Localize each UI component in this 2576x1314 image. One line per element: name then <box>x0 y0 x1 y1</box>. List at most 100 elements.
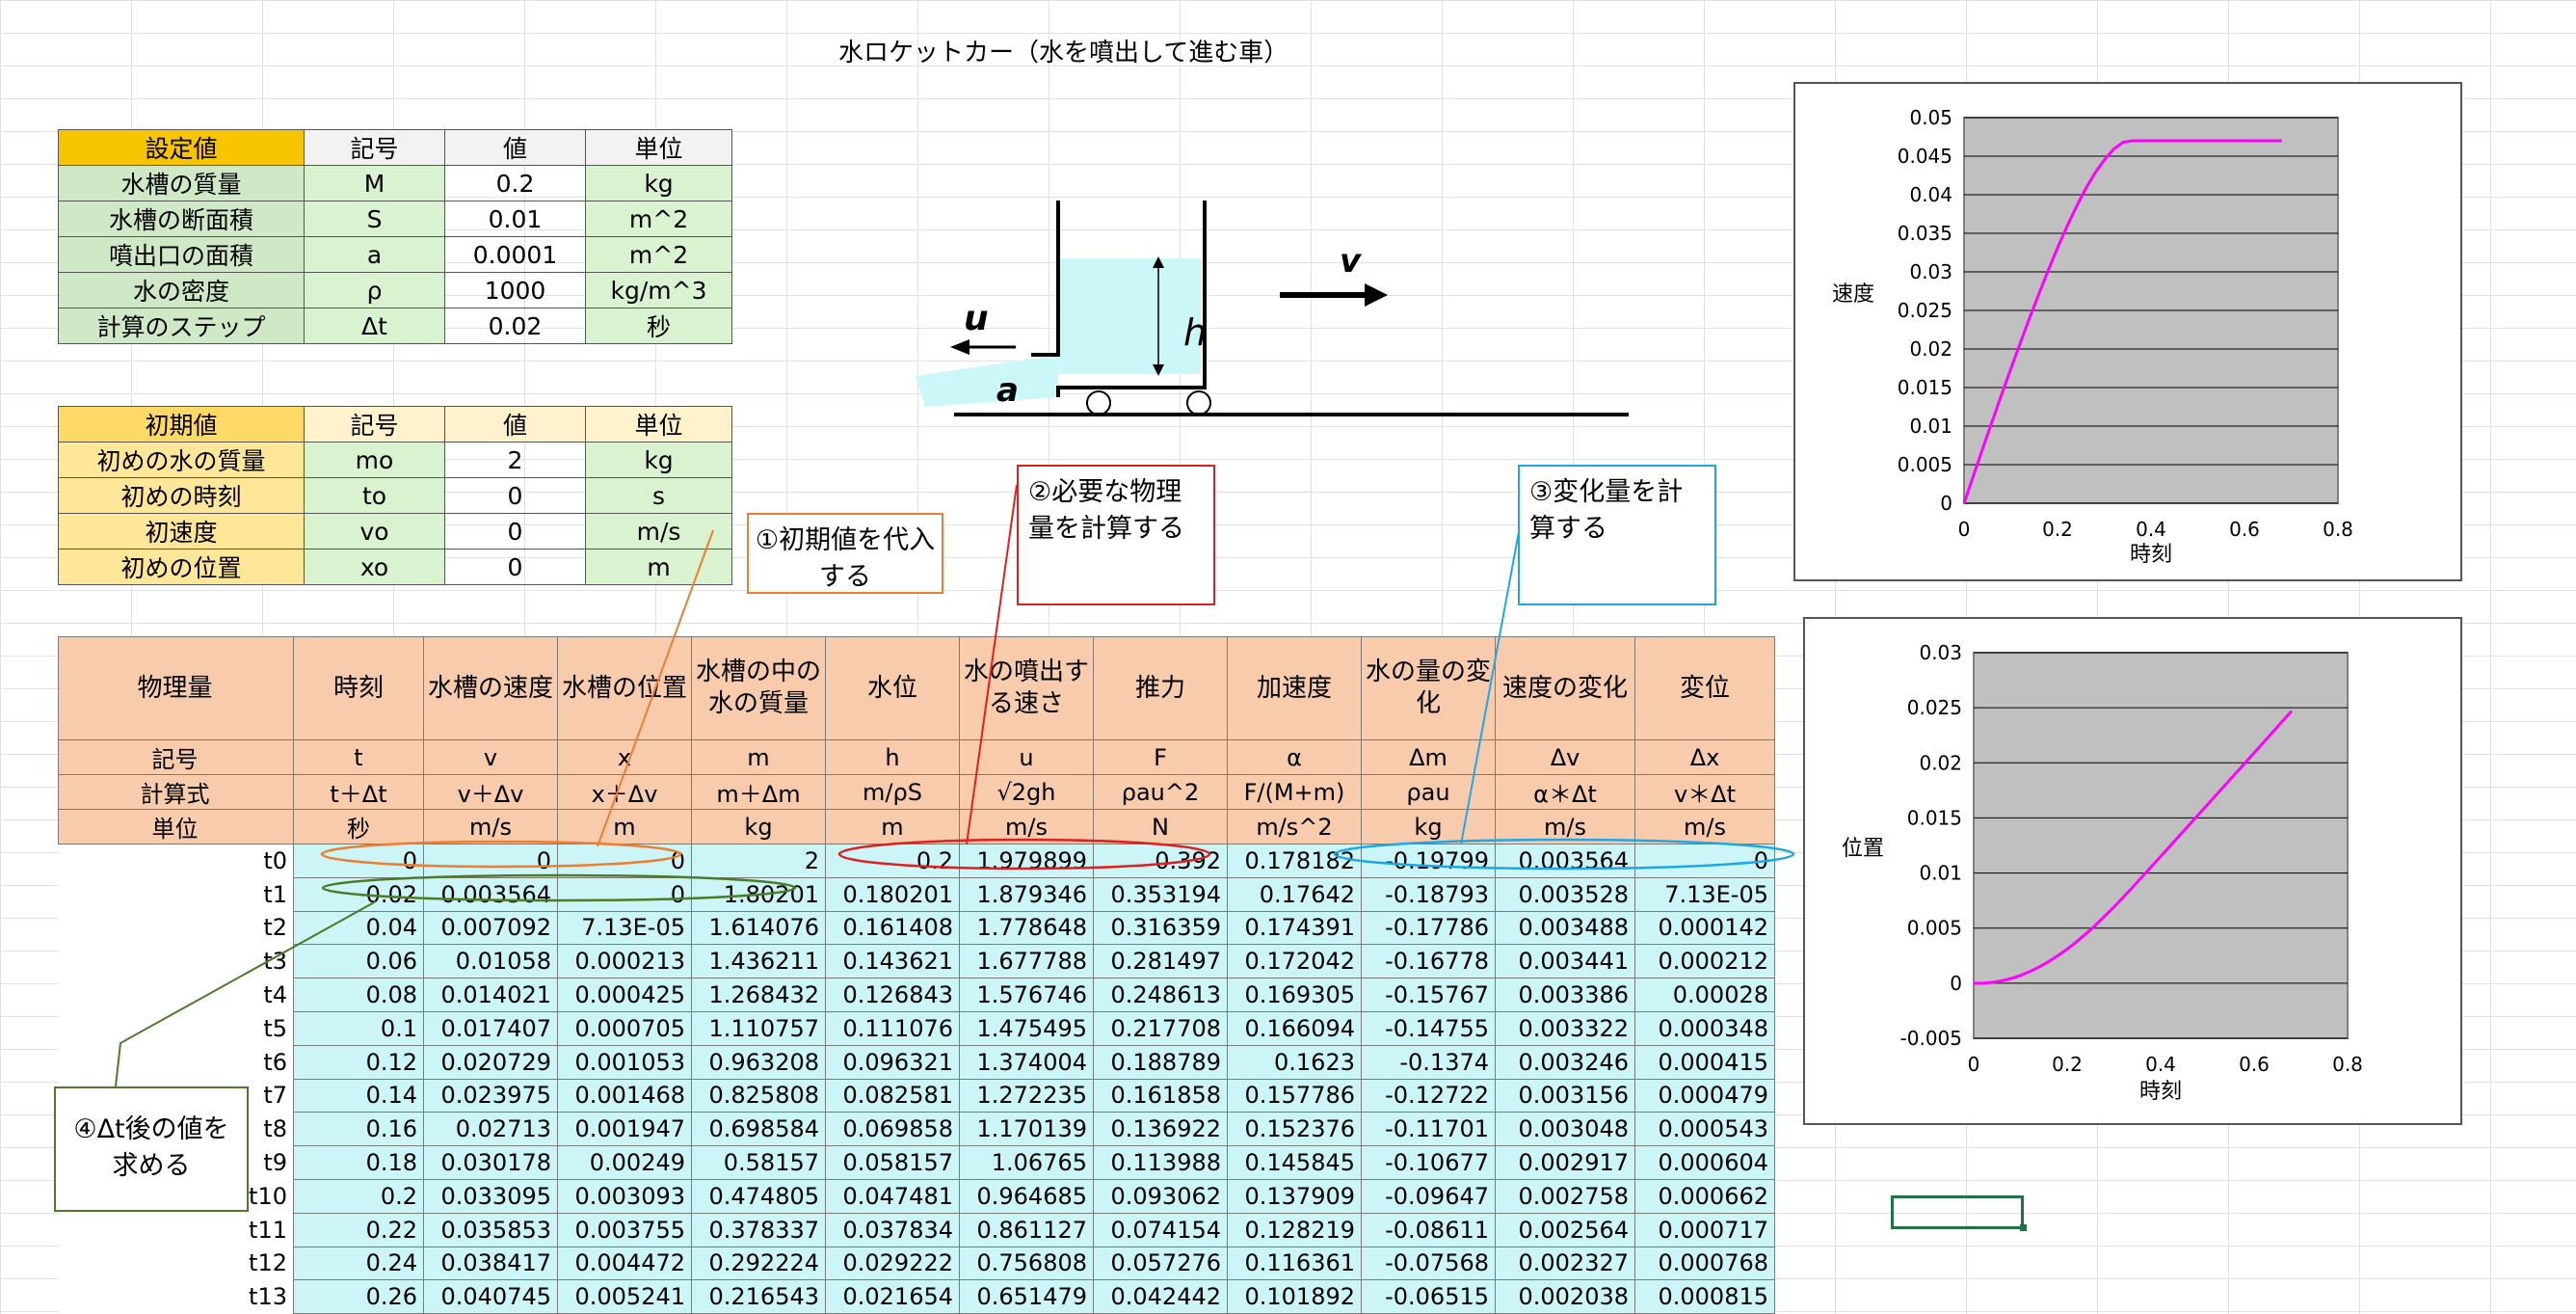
data-cell[interactable]: 0.116361 <box>1227 1246 1362 1281</box>
initial-symbol-cell[interactable]: xo <box>304 549 445 585</box>
data-cell[interactable]: 0.000212 <box>1634 944 1775 979</box>
initial-label-cell[interactable]: 初めの時刻 <box>58 477 305 514</box>
calc-unit-cell[interactable]: m/s <box>959 809 1094 845</box>
data-cell[interactable]: 0.316359 <box>1093 910 1228 946</box>
data-cell[interactable]: 0.00249 <box>557 1145 692 1180</box>
data-cell[interactable]: 0.113988 <box>1093 1145 1228 1180</box>
initial-value-cell[interactable]: 0 <box>444 549 586 585</box>
settings-value-cell[interactable]: 0.2 <box>444 165 586 201</box>
data-cell[interactable]: 0.002327 <box>1495 1246 1635 1281</box>
data-cell[interactable]: 0.17642 <box>1227 876 1362 912</box>
data-cell[interactable]: 0.096321 <box>825 1044 960 1080</box>
data-cell[interactable]: 0.216543 <box>691 1279 826 1314</box>
data-cell[interactable]: 0.169305 <box>1227 978 1362 1012</box>
data-cell[interactable]: 7.13E-05 <box>557 910 692 946</box>
data-cell[interactable]: 0.111076 <box>825 1010 960 1046</box>
data-cell[interactable]: 0.003048 <box>1495 1112 1635 1147</box>
calc-header-cell[interactable]: 速度の変化 <box>1495 636 1635 740</box>
data-cell[interactable]: 0.000717 <box>1634 1212 1775 1247</box>
data-cell[interactable]: 0.1623 <box>1227 1044 1362 1080</box>
row-label-cell[interactable]: t0 <box>58 844 294 878</box>
calc-unit-cell[interactable]: m <box>825 809 960 845</box>
calc-unit-cell[interactable]: 秒 <box>293 809 424 845</box>
initial-header-cell[interactable]: 値 <box>444 406 586 442</box>
calc-formula-cell[interactable]: √2gh <box>959 774 1094 810</box>
data-cell[interactable]: 0.152376 <box>1227 1112 1362 1147</box>
data-cell[interactable]: 0.651479 <box>959 1279 1094 1314</box>
velocity-chart[interactable]: 0 0.005 0.01 0.015 0.02 0.025 0.03 0.035 0.04 0.0… <box>1793 82 2462 581</box>
data-cell[interactable]: 1.436211 <box>691 944 826 979</box>
data-cell[interactable]: 0.698584 <box>691 1112 826 1147</box>
calc-unit-cell[interactable]: kg <box>691 809 826 845</box>
data-cell[interactable]: 0.003156 <box>1495 1078 1635 1113</box>
data-cell[interactable]: 1.80201 <box>691 876 826 912</box>
calc-formula-cell[interactable]: v＋Δv <box>423 774 558 810</box>
calc-unit-cell[interactable]: N <box>1093 809 1228 845</box>
settings-header-cell[interactable]: 記号 <box>304 129 445 166</box>
data-cell[interactable]: 0.014021 <box>423 978 558 1012</box>
calc-header-cell[interactable]: 時刻 <box>293 636 424 740</box>
settings-label-cell[interactable]: 水の密度 <box>58 272 305 308</box>
data-cell[interactable]: -0.06515 <box>1361 1279 1496 1314</box>
settings-header-cell[interactable]: 設定値 <box>58 129 305 166</box>
data-cell[interactable]: 0 <box>557 876 692 912</box>
data-cell[interactable]: 0.003488 <box>1495 910 1635 946</box>
data-cell[interactable]: 0.18 <box>293 1145 424 1180</box>
data-cell[interactable]: 0.057276 <box>1093 1246 1228 1281</box>
data-cell[interactable]: 0.172042 <box>1227 944 1362 979</box>
calc-formula-cell[interactable]: ρau <box>1361 774 1496 810</box>
calc-formula-cell[interactable]: 計算式 <box>58 774 294 810</box>
data-cell[interactable]: 1.110757 <box>691 1010 826 1046</box>
calc-header-cell[interactable]: 水位 <box>825 636 960 740</box>
settings-label-cell[interactable]: 水槽の断面積 <box>58 201 305 237</box>
data-cell[interactable]: 0.003564 <box>423 876 558 912</box>
settings-label-cell[interactable]: 噴出口の面積 <box>58 236 305 273</box>
data-cell[interactable]: 0.082581 <box>825 1078 960 1113</box>
calc-symbol-cell[interactable]: Δm <box>1361 739 1496 775</box>
data-cell[interactable]: 1.979899 <box>959 844 1094 878</box>
data-cell[interactable]: 1.614076 <box>691 910 826 946</box>
data-cell[interactable]: 0.861127 <box>959 1212 1094 1247</box>
calc-formula-cell[interactable]: v＊Δt <box>1634 774 1775 810</box>
data-cell[interactable]: 0.003441 <box>1495 944 1635 979</box>
data-cell[interactable]: -0.10677 <box>1361 1145 1496 1180</box>
data-cell[interactable]: 0 <box>557 844 692 878</box>
data-cell[interactable]: 0.038417 <box>423 1246 558 1281</box>
row-label-cell[interactable]: t4 <box>58 978 294 1012</box>
data-cell[interactable]: 1.268432 <box>691 978 826 1012</box>
calc-unit-cell[interactable]: m/s <box>1634 809 1775 845</box>
data-cell[interactable]: 0.02 <box>293 876 424 912</box>
data-cell[interactable]: 0.157786 <box>1227 1078 1362 1113</box>
data-cell[interactable]: -0.16778 <box>1361 944 1496 979</box>
data-cell[interactable]: 0.14 <box>293 1078 424 1113</box>
initial-value-cell[interactable]: 2 <box>444 442 586 478</box>
callout-change[interactable]: ③変化量を計算する <box>1518 465 1716 605</box>
data-cell[interactable]: 0.161858 <box>1093 1078 1228 1113</box>
calc-formula-cell[interactable]: x＋Δv <box>557 774 692 810</box>
data-cell[interactable]: 0.000425 <box>557 978 692 1012</box>
selected-cell[interactable] <box>1891 1195 2024 1229</box>
data-cell[interactable]: 0 <box>423 844 558 878</box>
data-cell[interactable]: 0.023975 <box>423 1078 558 1113</box>
calc-symbol-cell[interactable]: α <box>1227 739 1362 775</box>
data-cell[interactable]: 0.136922 <box>1093 1112 1228 1147</box>
settings-unit-cell[interactable]: kg <box>585 165 732 201</box>
data-cell[interactable]: 0.000705 <box>557 1010 692 1046</box>
calc-symbol-cell[interactable]: x <box>557 739 692 775</box>
initial-label-cell[interactable]: 初めの位置 <box>58 549 305 585</box>
data-cell[interactable]: 0.101892 <box>1227 1279 1362 1314</box>
data-cell[interactable]: 0.000415 <box>1634 1044 1775 1080</box>
data-cell[interactable]: 0.58157 <box>691 1145 826 1180</box>
settings-symbol-cell[interactable]: M <box>304 165 445 201</box>
data-cell[interactable]: 0.093062 <box>1093 1178 1228 1214</box>
data-cell[interactable]: 0.16 <box>293 1112 424 1147</box>
data-cell[interactable]: 0.128219 <box>1227 1212 1362 1247</box>
data-cell[interactable]: 0.378337 <box>691 1212 826 1247</box>
callout-physics[interactable]: ②必要な物理量を計算する <box>1017 465 1215 605</box>
calc-header-cell[interactable]: 水の量の変化 <box>1361 636 1496 740</box>
data-cell[interactable]: 0.030178 <box>423 1145 558 1180</box>
row-label-cell[interactable]: t6 <box>58 1045 294 1080</box>
data-cell[interactable]: 0.003093 <box>557 1178 692 1214</box>
data-cell[interactable]: 0.474805 <box>691 1178 826 1214</box>
calc-formula-cell[interactable]: F/(M+m) <box>1227 774 1362 810</box>
